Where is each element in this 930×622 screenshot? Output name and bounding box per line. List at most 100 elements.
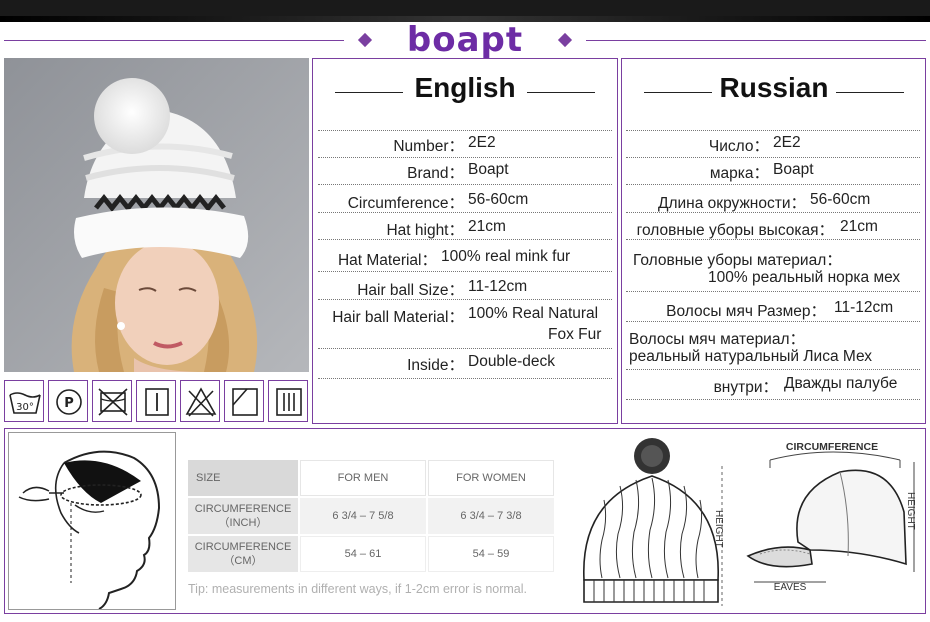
row-divider: [626, 291, 920, 292]
row-unit-text: （INCH）: [218, 517, 268, 529]
header-rule-left: [4, 40, 344, 41]
row-divider: [626, 157, 920, 158]
row-unit-text: （CM）: [223, 555, 263, 567]
row-divider: [318, 239, 612, 240]
spec-value: 21cm: [468, 218, 506, 235]
spec-label: внутри：: [713, 379, 778, 396]
measurement-tip: Tip: measurements in different ways, if …: [188, 582, 528, 596]
row-divider: [318, 348, 612, 349]
row-divider: [318, 130, 612, 131]
size-table-cell: 54 – 61: [300, 536, 426, 572]
english-title: English: [414, 72, 516, 103]
size-table-header-men: FOR MEN: [300, 460, 426, 496]
spec-value: Boapt: [773, 161, 814, 178]
russian-title: Russian: [719, 72, 829, 103]
spec-value: Double-deck: [468, 353, 556, 370]
row-divider: [626, 130, 920, 131]
row-label-text: CIRCUMFERENCE: [194, 540, 292, 553]
size-table-row-label: CIRCUMFERENCE （INCH）: [188, 498, 298, 534]
english-title-rule-left: [335, 92, 403, 93]
spec-label: Волосы мяч Размер：: [666, 303, 826, 320]
svg-text:CIRCUMFERENCE: CIRCUMFERENCE: [786, 441, 878, 453]
spec-label: Hat Material：: [337, 252, 437, 269]
row-divider: [626, 239, 920, 240]
spec-label: Number：: [393, 138, 464, 155]
spec-value: 21cm: [840, 218, 878, 235]
spec-label: Число：: [708, 138, 769, 155]
svg-text:30°: 30°: [16, 402, 34, 413]
row-divider: [626, 212, 920, 213]
russian-row-hat-material: Головные уборы материал： 100% реальный н…: [626, 248, 920, 288]
spec-value: 11-12cm: [468, 278, 528, 295]
spec-value: 100% реальный норка мех: [708, 269, 901, 286]
svg-text:HEIGHT: HEIGHT: [713, 510, 724, 548]
spec-label: Inside：: [407, 357, 464, 374]
head-measure-diagram: [8, 432, 176, 610]
spec-label: марка：: [709, 165, 769, 182]
spec-label: Circumference：: [347, 195, 464, 212]
drip-dry-icon: [268, 380, 308, 422]
diamond-right-icon: [557, 32, 573, 48]
english-row-hair-ball-material: Hair ball Material： 100% Real Natural Fo…: [318, 305, 612, 345]
dry-flat-icon: [224, 380, 264, 422]
spec-value: 11-12cm: [834, 299, 894, 316]
size-table-cell: 54 – 59: [428, 536, 554, 572]
model-wearing-hat-image: [4, 58, 309, 372]
spec-value: 100% real mink fur: [441, 248, 571, 265]
product-photo: [4, 58, 309, 372]
spec-label: Головные уборы материал：: [633, 252, 842, 269]
russian-row-hair-ball-material: Волосы мяч материал： реальный натуральны…: [626, 327, 920, 367]
row-divider: [318, 212, 612, 213]
header-rule-right: [586, 40, 926, 41]
spec-value: Boapt: [468, 161, 509, 178]
spec-label: Волосы мяч материал：: [629, 331, 806, 348]
russian-title-rule-left: [644, 92, 712, 93]
size-table-cell: 6 3/4 – 7 3/8: [428, 498, 554, 534]
no-tumble-dry-icon: [92, 380, 132, 422]
size-table-cell: 6 3/4 – 7 5/8: [300, 498, 426, 534]
row-divider: [626, 184, 920, 185]
top-banner-bar: [0, 0, 930, 22]
brand-logo: boapt: [406, 20, 524, 60]
row-label-text: CIRCUMFERENCE: [194, 502, 292, 515]
row-divider: [318, 184, 612, 185]
diamond-left-icon: [357, 32, 373, 48]
spec-value: реальный натуральный Лиса Мех: [629, 348, 872, 365]
spec-label: Brand：: [407, 165, 464, 182]
svg-text:P: P: [64, 396, 74, 411]
spec-label: Hair ball Size：: [357, 282, 464, 299]
spec-label: Hair ball Material：: [332, 309, 464, 326]
spec-value: 56-60cm: [468, 191, 529, 208]
russian-title-rule-right: [836, 92, 904, 93]
size-table: SIZE FOR MEN FOR WOMEN CIRCUMFERENCE （IN…: [188, 460, 554, 576]
english-title-rule-right: [527, 92, 595, 93]
size-table-header-women: FOR WOMEN: [428, 460, 554, 496]
spec-label: Hat hight：: [386, 222, 464, 239]
spec-value: 2E2: [468, 134, 496, 151]
row-divider: [626, 399, 920, 400]
dry-clean-p-icon: P: [48, 380, 88, 422]
size-table-header-size: SIZE: [188, 460, 298, 496]
row-divider: [626, 321, 920, 322]
wash-30-icon: 30°: [4, 380, 44, 422]
row-divider: [318, 299, 612, 300]
spec-value-continued: Fox Fur: [548, 326, 602, 343]
svg-text:EAVES: EAVES: [774, 582, 807, 593]
row-divider: [318, 157, 612, 158]
spec-value: 56-60cm: [810, 191, 871, 208]
row-divider: [626, 369, 920, 370]
svg-text:HEIGHT: HEIGHT: [905, 492, 916, 530]
spec-value: Дважды палубе: [784, 375, 898, 392]
line-dry-icon: [136, 380, 176, 422]
no-bleach-icon: [180, 380, 220, 422]
spec-label: Длина окружности：: [657, 195, 806, 212]
row-divider: [318, 271, 612, 272]
row-divider: [318, 378, 612, 379]
beanie-height-diagram: HEIGHT: [574, 430, 732, 612]
size-table-row-label: CIRCUMFERENCE （CM）: [188, 536, 298, 572]
spec-value: 2E2: [773, 134, 801, 151]
spec-value: 100% Real Natural: [468, 305, 599, 322]
care-icons-row: 30° P: [4, 380, 310, 424]
spec-label: головные уборы высокая：: [636, 222, 834, 239]
cap-measure-diagram: CIRCUMFERENCE HEIGHT EAVES: [740, 432, 924, 612]
